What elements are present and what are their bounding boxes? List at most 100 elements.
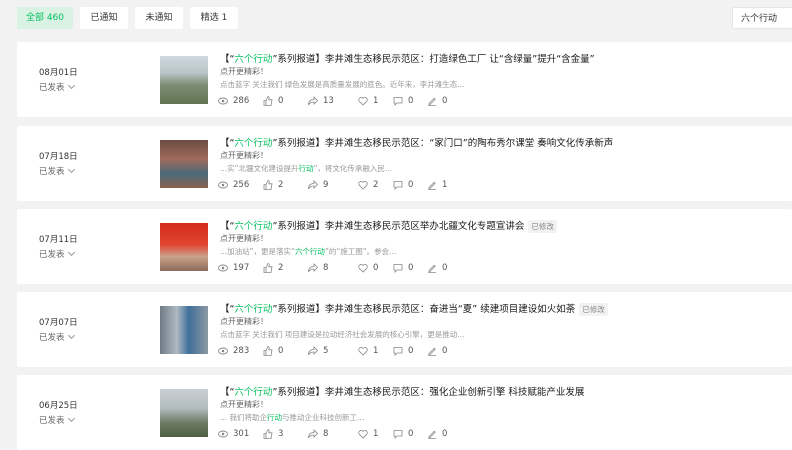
pen-icon: [428, 264, 436, 273]
article-title[interactable]: 【“六个行动”系列报道】李井滩生态移民示范区：“家门口”的陶布秀尔课堂 奏响文化…: [220, 135, 613, 149]
title-prefix: 【“: [220, 387, 235, 398]
heart-icon: [358, 347, 368, 356]
article-title[interactable]: 【“六个行动”系列报道】李井滩生态移民示范区：打造绿色工厂 让“含绿量”提升“含…: [220, 51, 595, 65]
status-dropdown[interactable]: 已发表: [39, 414, 75, 426]
article-thumbnail[interactable]: [160, 140, 208, 188]
share-icon: [308, 263, 318, 273]
views-stat: 256: [218, 180, 249, 190]
article-subtitle: 点开更精彩！: [220, 151, 268, 160]
comment-icon: [393, 347, 403, 356]
eye-icon: [218, 97, 228, 105]
likes-stat: 0: [263, 346, 283, 356]
thumbs-up-icon: [263, 96, 273, 106]
article-card: 08月01日 已发表 【“六个行动”系列报道】李井滩生态移民示范区：打造绿色工厂…: [17, 42, 792, 117]
shares-stat: 5: [308, 346, 328, 356]
heart-icon: [358, 264, 368, 273]
thumbs-up-icon: [263, 263, 273, 273]
article-title[interactable]: 【“六个行动”系列报道】李井滩生态移民示范区：强化企业创新引擎 科技赋能产业发展: [220, 384, 584, 398]
title-highlight: 六个行动: [234, 221, 273, 232]
comment-icon: [393, 430, 403, 439]
tab-not-notified[interactable]: 未通知: [135, 7, 183, 29]
filter-bar: 全部 460 已通知 未通知 精选 1 六个行动: [0, 0, 792, 38]
tab-notified[interactable]: 已通知: [80, 7, 128, 29]
status-dropdown[interactable]: 已发表: [39, 165, 75, 177]
title-suffix: ”系列报道】李井滩生态移民示范区举办北疆文化专题宣讲会: [272, 221, 525, 232]
rewards-stat: 0: [427, 346, 447, 356]
edited-badge: 已修改: [528, 220, 557, 233]
chevron-down-icon: [67, 165, 75, 174]
comment-icon: [393, 264, 403, 273]
article-thumbnail[interactable]: [160, 56, 208, 104]
title-prefix: 【“: [220, 304, 235, 315]
status-label: 已发表: [39, 250, 65, 260]
likes-stat: 2: [263, 263, 283, 273]
title-suffix: ”系列报道】李井滩生态移民示范区：强化企业创新引擎 科技赋能产业发展: [272, 387, 585, 398]
share-icon: [308, 429, 318, 439]
article-subtitle: 点开更精彩！: [220, 234, 268, 243]
chevron-down-icon: [67, 81, 75, 90]
article-subtitle: 点开更精彩！: [220, 400, 268, 409]
article-excerpt: ...实“北疆文化建设提升行动”，将文化传承融入民...: [220, 164, 393, 173]
favorites-stat: 1: [358, 96, 378, 106]
title-highlight: 六个行动: [234, 304, 273, 315]
title-suffix: ”系列报道】李井滩生态移民示范区：“家门口”的陶布秀尔课堂 奏响文化传承新声: [272, 138, 614, 149]
rewards-stat: 0: [427, 263, 447, 273]
article-thumbnail[interactable]: [160, 389, 208, 437]
search-input[interactable]: 六个行动: [732, 7, 792, 29]
thumbs-up-icon: [263, 429, 273, 439]
heart-icon: [358, 430, 368, 439]
status-dropdown[interactable]: 已发表: [39, 331, 75, 343]
eye-icon: [218, 181, 228, 189]
article-subtitle: 点开更精彩！: [220, 67, 268, 76]
title-highlight: 六个行动: [234, 54, 273, 65]
article-excerpt: ...加油站”，更是落实“六个行动”的“施工图”。参会...: [220, 247, 397, 256]
comments-stat: 0: [393, 263, 413, 273]
heart-icon: [358, 181, 368, 190]
comments-stat: 0: [393, 96, 413, 106]
title-suffix: ”系列报道】李井滩生态移民示范区：奋进当“夏” 续建项目建设如火如荼: [272, 304, 576, 315]
article-thumbnail[interactable]: [160, 223, 208, 271]
share-icon: [308, 96, 318, 106]
status-label: 已发表: [39, 416, 65, 426]
article-title[interactable]: 【“六个行动”系列报道】李井滩生态移民示范区举办北疆文化专题宣讲会 已修改: [220, 218, 557, 233]
views-stat: 301: [218, 429, 249, 439]
publish-date: 07月11日: [39, 235, 78, 245]
publish-date: 08月01日: [39, 68, 78, 78]
publish-date: 06月25日: [39, 401, 78, 411]
share-icon: [308, 180, 318, 190]
article-subtitle: 点开更精彩！: [220, 317, 268, 326]
status-dropdown[interactable]: 已发表: [39, 248, 75, 260]
rewards-stat: 0: [427, 96, 447, 106]
tab-featured[interactable]: 精选 1: [190, 7, 238, 29]
rewards-stat: 0: [427, 429, 447, 439]
pen-icon: [428, 97, 436, 106]
rewards-stat: 1: [427, 180, 447, 190]
likes-stat: 2: [263, 180, 283, 190]
status-dropdown[interactable]: 已发表: [39, 81, 75, 93]
chevron-down-icon: [67, 331, 75, 340]
shares-stat: 8: [308, 263, 328, 273]
views-stat: 283: [218, 346, 249, 356]
edited-badge: 已修改: [579, 303, 608, 316]
article-card: 06月25日 已发表 【“六个行动”系列报道】李井滩生态移民示范区：强化企业创新…: [17, 375, 792, 450]
status-label: 已发表: [39, 333, 65, 343]
favorites-stat: 2: [358, 180, 378, 190]
favorites-stat: 1: [358, 429, 378, 439]
publish-date: 07月07日: [39, 318, 78, 328]
article-thumbnail[interactable]: [160, 306, 208, 354]
title-highlight: 六个行动: [234, 387, 273, 398]
article-card: 07月07日 已发表 【“六个行动”系列报道】李井滩生态移民示范区：奋进当“夏”…: [17, 292, 792, 367]
tab-all[interactable]: 全部 460: [17, 7, 73, 29]
heart-icon: [358, 97, 368, 106]
thumbs-up-icon: [263, 180, 273, 190]
article-excerpt: ... 我们将助企行动与推动企业科技创新工...: [220, 413, 365, 422]
publish-date: 07月18日: [39, 152, 78, 162]
article-excerpt: 点击蓝字 关注我们 绿色发展是高质量发展的底色。近年来，李井滩生态...: [220, 80, 465, 89]
chevron-down-icon: [67, 414, 75, 423]
thumbs-up-icon: [263, 346, 273, 356]
comment-icon: [393, 181, 403, 190]
article-title[interactable]: 【“六个行动”系列报道】李井滩生态移民示范区：奋进当“夏” 续建项目建设如火如荼…: [220, 301, 608, 316]
chevron-down-icon: [67, 248, 75, 257]
article-card: 07月18日 已发表 【“六个行动”系列报道】李井滩生态移民示范区：“家门口”的…: [17, 126, 792, 201]
article-excerpt: 点击蓝字 关注我们 项目建设是拉动经济社会发展的核心引擎，更是推动...: [220, 330, 465, 339]
